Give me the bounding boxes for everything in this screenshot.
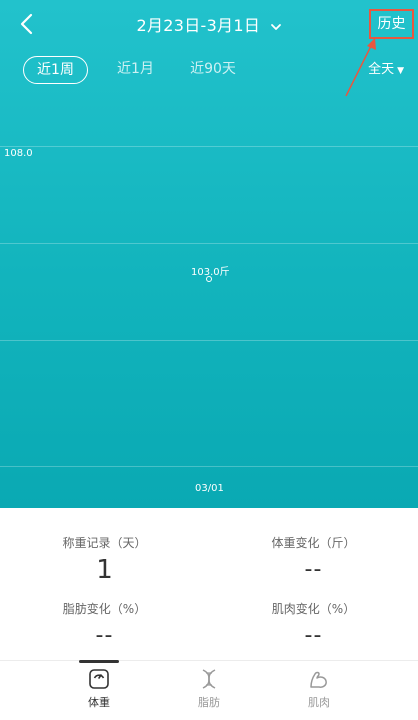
tab-90-days[interactable]: 近90天 xyxy=(180,56,246,84)
time-filter-label: 全天 xyxy=(368,62,395,77)
weight-chart: 108.0 103.0斤 03/01 xyxy=(0,90,418,508)
gridline xyxy=(0,243,418,244)
data-point[interactable] xyxy=(206,276,212,282)
stat-muscle-change: 肌肉变化（%） -- xyxy=(209,600,418,651)
stats-panel: 称重记录（天） 1 体重变化（斤） -- 脂肪变化（%） -- 肌肉变化（%） … xyxy=(0,508,418,658)
nav-label: 脂肪 xyxy=(198,696,220,709)
dropdown-triangle-icon: ▼ xyxy=(397,66,404,76)
gridline xyxy=(0,146,418,147)
stat-label: 脂肪变化（%） xyxy=(62,602,147,616)
nav-weight[interactable]: 体重 xyxy=(59,667,139,710)
header-panel: 2月23日-3月1日 历史 近1周 近1月 近90天 全天 ▼ 108.0 103… xyxy=(0,0,418,508)
tab-month[interactable]: 近1月 xyxy=(108,56,163,84)
scale-icon xyxy=(89,669,109,689)
stat-label: 体重变化（斤） xyxy=(271,536,356,550)
stat-value: -- xyxy=(95,623,114,648)
nav-label: 肌肉 xyxy=(308,696,330,709)
nav-fat[interactable]: 脂肪 xyxy=(169,667,249,710)
date-range-label: 2月23日-3月1日 xyxy=(136,16,261,35)
stat-label: 称重记录（天） xyxy=(62,536,147,550)
active-tab-indicator xyxy=(79,660,119,663)
bottom-navigation: 体重 脂肪 肌肉 xyxy=(0,660,418,720)
time-filter-dropdown[interactable]: 全天 ▼ xyxy=(368,56,404,84)
nav-label: 体重 xyxy=(88,696,110,709)
x-axis-tick-label: 03/01 xyxy=(195,483,224,494)
stat-weigh-records: 称重记录（天） 1 xyxy=(0,534,209,585)
nav-muscle[interactable]: 肌肉 xyxy=(279,667,359,710)
stat-value: -- xyxy=(304,623,323,648)
stat-value: -- xyxy=(304,557,323,582)
period-tabs: 近1周 近1月 近90天 全天 ▼ xyxy=(0,56,418,84)
dna-icon xyxy=(202,669,216,689)
stat-weight-change: 体重变化（斤） -- xyxy=(209,534,418,585)
tab-week[interactable]: 近1周 xyxy=(23,56,88,84)
arm-muscle-icon xyxy=(310,671,327,688)
stat-label: 肌肉变化（%） xyxy=(271,602,356,616)
chevron-down-icon xyxy=(270,23,281,30)
gridline xyxy=(0,466,418,467)
y-axis-tick-label: 108.0 xyxy=(4,148,33,159)
stat-fat-change: 脂肪变化（%） -- xyxy=(0,600,209,651)
gridline xyxy=(0,340,418,341)
stat-value: 1 xyxy=(96,555,113,585)
date-range-selector[interactable]: 2月23日-3月1日 xyxy=(0,12,418,36)
history-button[interactable]: 历史 xyxy=(369,9,414,39)
